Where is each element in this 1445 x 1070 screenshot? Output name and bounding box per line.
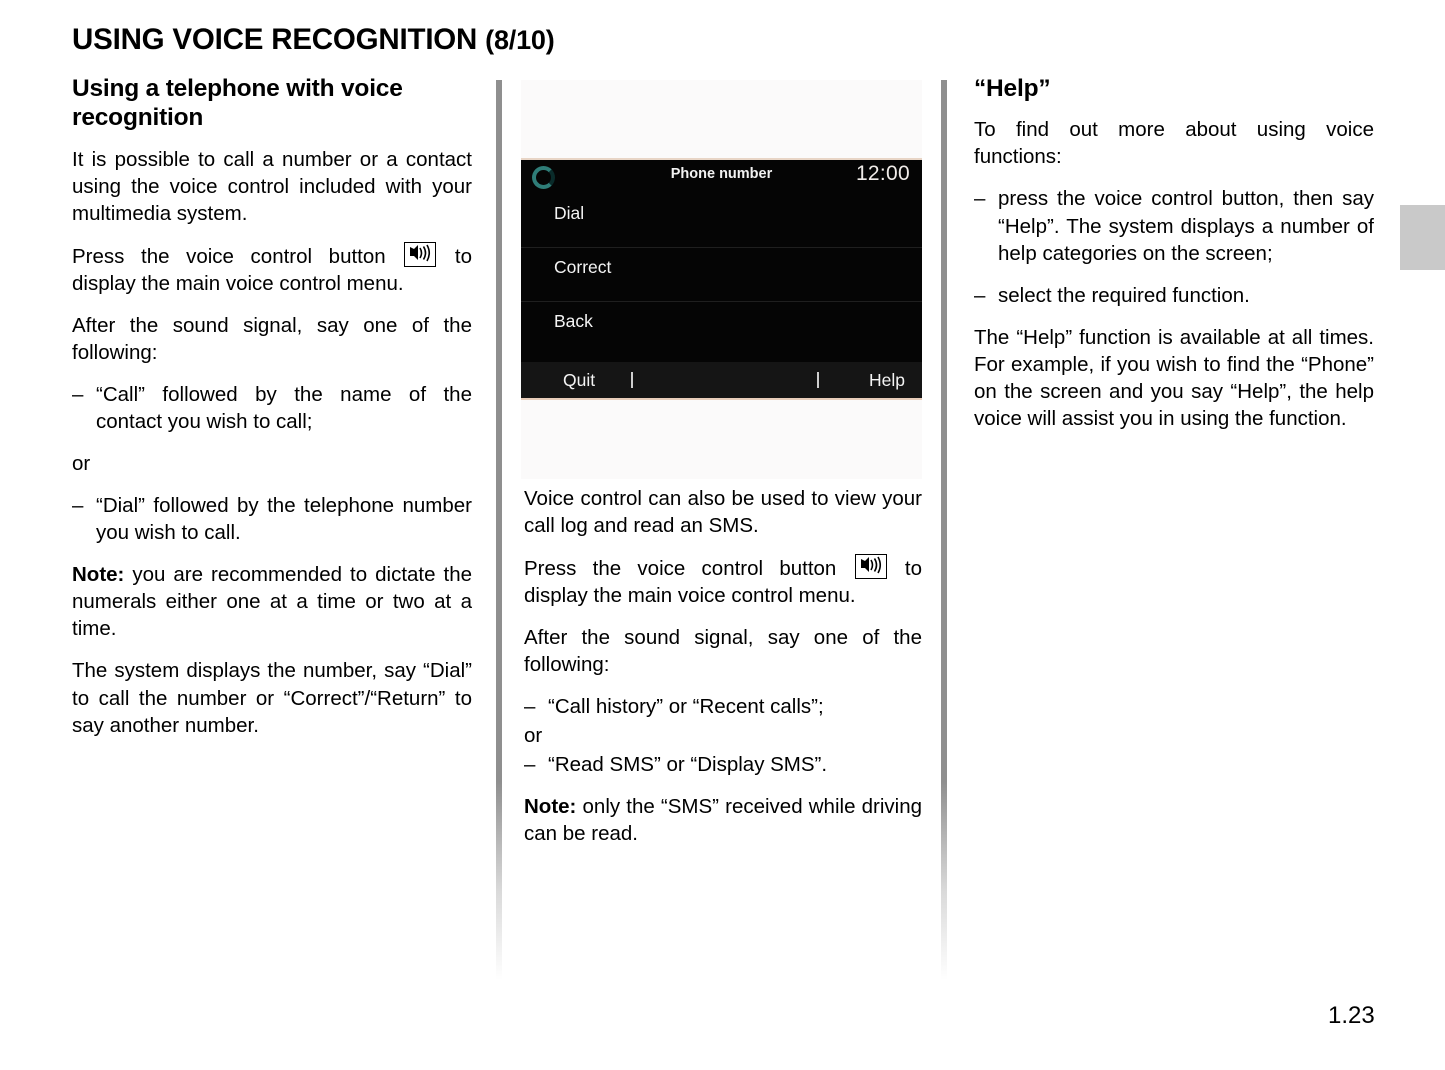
left-note: Note: you are recommended to dictate the… [72, 561, 472, 642]
page-title-fraction: (8/10) [485, 25, 555, 55]
left-column-heading: Using a telephone with voice recognition [72, 75, 403, 132]
dash-bullet-icon: – [974, 187, 986, 211]
voice-control-button-icon [404, 241, 437, 267]
center-note-text: only the “SMS” received while driving ca… [524, 795, 922, 846]
right-paragraph-1: To find out more about using voice funct… [974, 118, 1374, 169]
device-footer-separator [631, 372, 633, 388]
center-or-connector: or [524, 724, 543, 748]
left-paragraph-3: After the sound signal, say one of the f… [72, 314, 472, 365]
right-column: “Help” To find out more about using voic… [974, 74, 1374, 432]
voice-control-button-icon [854, 554, 887, 580]
center-column: Voice control can also be used to view y… [524, 485, 922, 848]
column-divider-right [941, 80, 947, 980]
device-footer-separator [817, 372, 819, 388]
left-or-connector: or [72, 452, 91, 476]
center-list-item-2-text: “Read SMS” or “Display SMS”. [548, 753, 828, 777]
device-menu-list: Dial Correct Back [521, 194, 922, 362]
center-list-item-2: – “Read SMS” or “Display SMS”. [524, 751, 922, 778]
device-clock: 12:00 [855, 162, 910, 185]
center-paragraph-3: After the sound signal, say one of the f… [524, 626, 922, 677]
device-menu-item-label: Back [554, 311, 593, 331]
section-index-tab [1400, 205, 1445, 270]
right-column-heading: “Help” [974, 75, 1051, 102]
left-paragraph-2-before: Press the voice control button [72, 244, 386, 268]
dash-bullet-icon: – [974, 283, 986, 307]
left-list-item-1: – “Call” followed by the name of the con… [72, 381, 472, 435]
center-list-item-1-text: “Call history” or “Recent calls”; [548, 695, 824, 719]
device-screen: Phone number 12:00 Dial Correct Back Qui… [521, 158, 922, 400]
device-help-button[interactable]: Help [869, 370, 905, 391]
center-paragraph-1: Voice control can also be used to view y… [524, 487, 922, 538]
device-quit-button[interactable]: Quit [563, 370, 595, 391]
device-footer-bar: Quit Help [521, 362, 922, 398]
left-paragraph-1: It is possible to call a number or a con… [72, 147, 472, 225]
right-paragraph-2: The “Help” function is available at all … [974, 325, 1374, 430]
right-list-item-2: – select the required function. [974, 282, 1374, 309]
left-paragraph-4: The system displays the number, say “Dia… [72, 659, 472, 737]
device-menu-item-label: Dial [554, 203, 585, 223]
left-list-item-1-text: “Call” followed by the name of the conta… [96, 383, 472, 434]
dash-bullet-icon: – [72, 494, 84, 518]
center-paragraph-2-before: Press the voice control button [524, 557, 837, 581]
page-title-main: USING VOICE RECOGNITION [72, 23, 478, 56]
page-title: USING VOICE RECOGNITION (8/10) [72, 23, 555, 57]
device-menu-item-label: Correct [554, 257, 612, 277]
right-list-item-1-text: press the voice control button, then say… [998, 187, 1374, 265]
dash-bullet-icon: – [524, 753, 536, 777]
right-list-item-2-text: select the required function. [998, 283, 1250, 307]
left-list-item-2: – “Dial” followed by the telephone numbe… [72, 492, 472, 546]
right-list-item-1: – press the voice control button, then s… [974, 185, 1374, 266]
center-paragraph-2: Press the voice control button to displa… [524, 554, 922, 609]
center-note-label: Note: [524, 795, 577, 819]
column-divider-left [496, 80, 502, 980]
left-list-item-2-text: “Dial” followed by the telephone number … [96, 494, 472, 545]
left-note-label: Note: [72, 563, 125, 587]
dash-bullet-icon: – [72, 383, 84, 407]
left-paragraph-2: Press the voice control button to displa… [72, 241, 472, 297]
left-column: Using a telephone with voice recognition… [72, 74, 472, 739]
device-menu-item-correct[interactable]: Correct [521, 248, 922, 302]
dash-bullet-icon: – [524, 695, 536, 719]
device-bottom-edge [521, 398, 922, 400]
device-menu-item-back[interactable]: Back [521, 302, 922, 356]
device-menu-item-dial[interactable]: Dial [521, 194, 922, 248]
page-number: 1.23 [1328, 1002, 1375, 1029]
center-list-item-1: – “Call history” or “Recent calls”; [524, 693, 922, 720]
center-note: Note: only the “SMS” received while driv… [524, 793, 922, 847]
left-note-text: you are recommended to dictate the numer… [72, 563, 472, 641]
device-header-bar: Phone number 12:00 [521, 160, 922, 194]
multimedia-screen-illustration: Phone number 12:00 Dial Correct Back Qui… [521, 80, 922, 479]
